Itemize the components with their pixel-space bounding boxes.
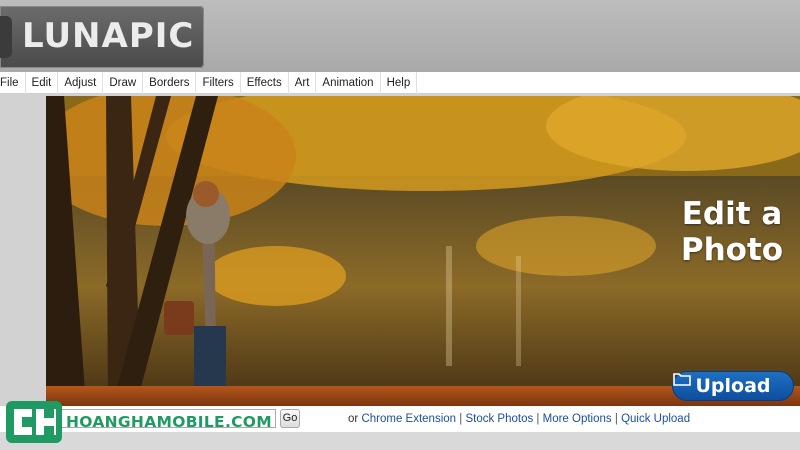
menu-draw[interactable]: Draw: [103, 71, 144, 94]
upload-button[interactable]: Upload: [672, 371, 794, 401]
link-separator: |: [536, 413, 540, 425]
menu-art[interactable]: Art: [289, 71, 317, 94]
menu-help[interactable]: Help: [381, 71, 418, 94]
upload-label: Upload: [695, 375, 771, 397]
or-label: or: [348, 413, 359, 425]
logo-mark-icon: [0, 16, 12, 58]
menu-file[interactable]: File: [0, 71, 26, 94]
menu-effects[interactable]: Effects: [241, 71, 289, 94]
menu-filters[interactable]: Filters: [196, 71, 241, 94]
footer-area: [0, 432, 800, 450]
lunapic-logo[interactable]: LUNAPIC: [0, 6, 204, 68]
go-button[interactable]: Go: [280, 409, 300, 428]
folder-icon: [673, 373, 691, 386]
menu-edit[interactable]: Edit: [26, 71, 59, 94]
chrome-extension-link[interactable]: Chrome Extension: [361, 413, 456, 425]
more-options-link[interactable]: More Options: [543, 413, 612, 425]
stock-photos-link[interactable]: Stock Photos: [465, 413, 533, 425]
edit-a-photo-heading: Edit a Photo: [668, 196, 796, 268]
watermark-logo-icon: [6, 401, 62, 443]
menu-adjust[interactable]: Adjust: [58, 71, 104, 94]
quick-upload-link[interactable]: Quick Upload: [621, 413, 690, 425]
hero-banner: Edit a Photo Upload: [46, 96, 800, 406]
heading-line-1: Edit a: [681, 196, 783, 232]
menu-bar: File Edit Adjust Draw Borders Filters Ef…: [0, 71, 800, 94]
watermark-text: HOANGHAMOBILE.COM: [66, 413, 273, 431]
options-links: or Chrome Extension | Stock Photos | Mor…: [348, 413, 690, 425]
heading-line-2: Photo: [680, 232, 784, 268]
menu-borders[interactable]: Borders: [143, 71, 197, 94]
logo-text: LUNAPIC: [22, 16, 195, 56]
link-separator: |: [459, 413, 463, 425]
header: LUNAPIC: [0, 0, 800, 72]
link-separator: |: [614, 413, 618, 425]
menu-animation[interactable]: Animation: [316, 71, 381, 94]
